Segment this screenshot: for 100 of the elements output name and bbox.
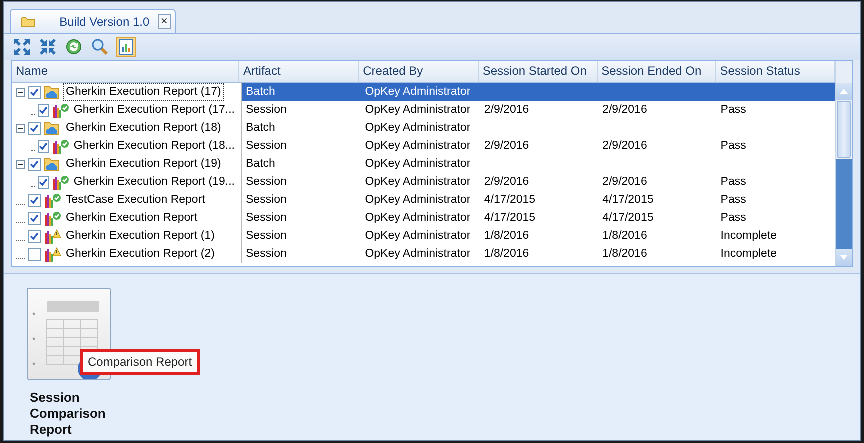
report-name: Gherkin Execution Report bbox=[65, 211, 199, 226]
table-row[interactable]: Gherkin Execution Report (18) Batch OpKey Administrator bbox=[12, 119, 835, 137]
report-label[interactable]: Session Comparison Report bbox=[30, 390, 120, 438]
folder-icon bbox=[21, 14, 36, 28]
table-cell-text: Session bbox=[245, 193, 288, 208]
report-pass-icon bbox=[52, 174, 69, 190]
table-cell: Batch bbox=[242, 83, 362, 101]
table-cell-text: 1/8/2016 bbox=[602, 229, 648, 244]
table-cell-text: Incomplete bbox=[720, 247, 778, 262]
report-warning-icon bbox=[44, 228, 61, 244]
table-row[interactable]: Gherkin Execution Report (17) Batch OpKey Administrator bbox=[12, 83, 835, 101]
table-cell-text: 4/17/2015 bbox=[483, 211, 537, 226]
table-cell-text: OpKey Administrator bbox=[364, 247, 472, 262]
column-header[interactable]: Session Started On bbox=[478, 61, 598, 82]
table-cell-text: 2/9/2016 bbox=[602, 139, 648, 154]
report-name: Gherkin Execution Report (19) bbox=[65, 157, 222, 172]
table-cell-text: Pass bbox=[720, 193, 748, 208]
table-cell-text: 2/9/2016 bbox=[483, 175, 530, 190]
table-row[interactable]: Gherkin Execution Report (19... Session OpKey Administrator 2/9/2016 2/9/2016 Pass bbox=[12, 173, 835, 191]
column-header[interactable]: Session Ended On bbox=[598, 61, 716, 82]
checkbox[interactable] bbox=[38, 176, 49, 188]
folder-icon bbox=[44, 156, 61, 172]
search-icon[interactable] bbox=[90, 37, 110, 57]
table-cell-text: Session bbox=[245, 175, 288, 190]
table-cell-text: 4/17/2015 bbox=[483, 193, 537, 208]
table-cell-text: OpKey Administrator bbox=[364, 103, 472, 118]
collapse-toggle[interactable] bbox=[16, 88, 25, 96]
table-row[interactable]: TestCase Execution Report Session OpKey Administrator 4/17/2015 4/17/2015 Pass bbox=[12, 191, 835, 209]
table-cell-text: OpKey Administrator bbox=[364, 211, 472, 226]
checkbox[interactable] bbox=[28, 248, 41, 260]
report-pass-icon bbox=[44, 192, 61, 208]
table-cell-text: OpKey Administrator bbox=[364, 193, 472, 208]
table-cell-text: Session bbox=[245, 139, 288, 154]
checkbox[interactable] bbox=[28, 194, 41, 206]
table-cell-text: 1/8/2016 bbox=[483, 247, 530, 262]
column-header[interactable]: Name bbox=[12, 61, 240, 82]
table-row[interactable]: Gherkin Execution Report (19) Batch OpKey Administrator bbox=[12, 155, 835, 173]
checkbox[interactable] bbox=[38, 104, 49, 116]
table-row[interactable]: Gherkin Execution Report Session OpKey Administrator 4/17/2015 4/17/2015 Pass bbox=[12, 209, 835, 227]
table-cell-text: Pass bbox=[720, 103, 748, 118]
table-cell-text: OpKey Administrator bbox=[364, 139, 472, 154]
report-name: TestCase Execution Report bbox=[65, 193, 206, 208]
table-cell: OpKey Administrator bbox=[361, 83, 480, 101]
tooltip: Comparison Report bbox=[80, 349, 200, 375]
table-cell-text: 4/17/2015 bbox=[602, 211, 655, 226]
table-cell-text: Session bbox=[245, 229, 288, 244]
column-header[interactable]: Artifact bbox=[239, 61, 360, 82]
table-cell-text: Batch bbox=[245, 121, 276, 136]
collapse-toggle[interactable] bbox=[16, 124, 25, 132]
checkbox[interactable] bbox=[28, 86, 41, 98]
table-cell-text: OpKey Administrator bbox=[364, 121, 472, 136]
table-row[interactable]: Gherkin Execution Report (18... Session OpKey Administrator 2/9/2016 2/9/2016 Pass bbox=[12, 137, 835, 155]
report-name: Gherkin Execution Report (2) bbox=[65, 247, 216, 262]
report-name: Gherkin Execution Report (17... bbox=[72, 103, 236, 118]
table-cell-text: Pass bbox=[720, 175, 748, 190]
checkbox[interactable] bbox=[28, 230, 41, 242]
folder-icon bbox=[44, 120, 61, 136]
table-cell-text: Pass bbox=[720, 139, 748, 154]
table-cell-text: 2/9/2016 bbox=[602, 175, 648, 190]
checkbox[interactable] bbox=[28, 158, 41, 170]
table-cell-text: 4/17/2015 bbox=[602, 193, 655, 208]
table-cell-text: Pass bbox=[720, 211, 748, 226]
report-name: Gherkin Execution Report (19... bbox=[72, 175, 236, 190]
report-name: Gherkin Execution Report (1) bbox=[65, 229, 216, 244]
report-name: Gherkin Execution Report (17) bbox=[64, 84, 224, 100]
table-cell-text: 1/8/2016 bbox=[483, 229, 530, 244]
table-cell-text: 2/9/2016 bbox=[483, 103, 530, 118]
table-cell-text: Session bbox=[245, 103, 288, 118]
report-pass-icon bbox=[52, 138, 69, 154]
refresh-icon[interactable] bbox=[64, 37, 84, 57]
collapse-toggle[interactable] bbox=[16, 160, 25, 168]
expand-icon[interactable] bbox=[12, 37, 32, 57]
checkbox[interactable] bbox=[38, 140, 49, 152]
build-tab[interactable]: Build Version 1.0 × bbox=[10, 9, 176, 33]
table-cell-text: Batch bbox=[245, 157, 276, 172]
checkbox[interactable] bbox=[28, 122, 41, 134]
report-pass-icon bbox=[44, 210, 61, 226]
table-cell-text: Session bbox=[245, 247, 288, 262]
table-cell-text: OpKey Administrator bbox=[364, 157, 472, 172]
column-header[interactable]: Created By bbox=[359, 61, 479, 82]
table-cell-text: OpKey Administrator bbox=[364, 229, 472, 244]
scrollbar[interactable] bbox=[835, 61, 852, 266]
checkbox[interactable] bbox=[28, 212, 41, 224]
report-icon[interactable] bbox=[116, 37, 136, 57]
close-button[interactable]: × bbox=[158, 14, 171, 29]
table-cell-text: 2/9/2016 bbox=[483, 139, 530, 154]
table-row[interactable]: Gherkin Execution Report (2) Session OpKey Administrator 1/8/2016 1/8/2016 Incomplete bbox=[12, 245, 835, 263]
table-cell-text: 1/8/2016 bbox=[602, 247, 648, 262]
report-pass-icon bbox=[52, 102, 69, 118]
table-cell-text: 2/9/2016 bbox=[602, 103, 648, 118]
table-row[interactable]: Gherkin Execution Report (17... Session OpKey Administrator 2/9/2016 2/9/2016 Pass bbox=[12, 101, 835, 119]
table-row[interactable]: Gherkin Execution Report (1) Session OpKey Administrator 1/8/2016 1/8/2016 Incomplete bbox=[12, 227, 835, 245]
table-cell-text: Session bbox=[245, 211, 288, 226]
report-name: Gherkin Execution Report (18... bbox=[72, 139, 236, 154]
scroll-thumb[interactable] bbox=[837, 101, 851, 158]
table-cell-text: Incomplete bbox=[720, 229, 778, 244]
table-cell-text: OpKey Administrator bbox=[364, 175, 472, 190]
report-name: Gherkin Execution Report (18) bbox=[65, 121, 222, 136]
report-warning-icon bbox=[44, 246, 61, 262]
collapse-icon[interactable] bbox=[38, 37, 58, 57]
